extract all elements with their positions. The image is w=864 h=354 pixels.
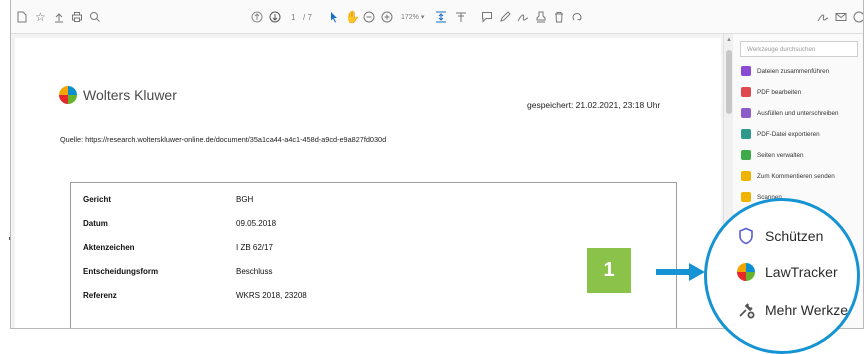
row-key: Datum bbox=[83, 219, 108, 228]
row-key: Aktenzeichen bbox=[83, 243, 135, 252]
step-number-badge: 1 bbox=[587, 248, 631, 293]
zoom-out-icon[interactable] bbox=[363, 9, 375, 25]
send-comments-icon bbox=[741, 171, 751, 181]
tools-search-input[interactable]: Werkzeuge durchsuchen bbox=[740, 41, 858, 57]
export-pdf-icon bbox=[741, 129, 751, 139]
tool-combine-files[interactable]: Dateien zusammenführen bbox=[741, 64, 829, 78]
menu-item-protect[interactable]: Schützen bbox=[737, 227, 823, 245]
fill-sign-icon bbox=[741, 108, 751, 118]
scan-icon bbox=[741, 192, 751, 202]
tool-label: Ausfüllen und unterschreiben bbox=[757, 109, 839, 117]
combine-files-icon bbox=[741, 66, 751, 76]
page-up-icon[interactable] bbox=[251, 9, 263, 25]
row-value: 09.05.2018 bbox=[236, 219, 277, 228]
menu-item-label: Mehr Werkze bbox=[765, 302, 848, 318]
page-number-field[interactable]: 1 bbox=[291, 9, 295, 25]
upload-icon[interactable] bbox=[53, 9, 65, 25]
tool-label: Seiten verwalten bbox=[757, 151, 804, 159]
stamp-icon[interactable] bbox=[535, 9, 547, 25]
scroll-mode-icon[interactable] bbox=[455, 9, 467, 25]
more-tools-icon bbox=[739, 303, 755, 319]
comment-icon[interactable] bbox=[481, 9, 493, 25]
menu-item-lawtracker[interactable]: LawTracker bbox=[737, 263, 838, 281]
select-cursor-icon[interactable] bbox=[329, 9, 339, 25]
organize-pages-icon bbox=[741, 150, 751, 160]
lawtracker-icon bbox=[737, 263, 755, 281]
page-total-text: / 7 bbox=[303, 12, 312, 22]
edit-pdf-icon bbox=[741, 87, 751, 97]
row-key: Referenz bbox=[83, 291, 117, 300]
tool-export-pdf[interactable]: PDF-Datei exportieren bbox=[741, 127, 820, 141]
sign-icon[interactable] bbox=[517, 9, 529, 25]
magnifier-lens: Schützen LawTracker Mehr Werkze bbox=[704, 198, 860, 354]
page-current: 1 bbox=[291, 12, 296, 22]
zoom-level: 172% bbox=[401, 13, 419, 21]
email-icon[interactable] bbox=[835, 9, 847, 25]
hand-icon[interactable]: ✋ bbox=[345, 9, 360, 25]
row-value: Beschluss bbox=[236, 267, 273, 276]
logo-mark-icon bbox=[59, 86, 77, 104]
tool-label: PDF bearbeiten bbox=[757, 88, 802, 96]
pointer-arrow-icon bbox=[656, 263, 705, 281]
row-value: WKRS 2018, 23208 bbox=[236, 291, 307, 300]
print-icon[interactable] bbox=[71, 9, 83, 25]
menu-item-label: Schützen bbox=[765, 228, 824, 244]
tool-label: Zum Kommentieren senden bbox=[757, 172, 835, 180]
tool-label: PDF-Datei exportieren bbox=[757, 130, 820, 138]
zoom-level-select[interactable]: 172% ▾ bbox=[401, 9, 424, 25]
share-link-icon[interactable] bbox=[817, 9, 829, 25]
account-icon[interactable] bbox=[853, 9, 863, 25]
menu-item-more-tools[interactable]: Mehr Werkze bbox=[737, 301, 848, 319]
tool-organize-pages[interactable]: Seiten verwalten bbox=[741, 148, 804, 162]
page-total: / 7 bbox=[303, 9, 312, 25]
shield-icon bbox=[739, 227, 753, 245]
tool-label: Dateien zusammenführen bbox=[757, 67, 830, 75]
logo-text: Wolters Kluwer bbox=[83, 87, 177, 103]
fit-page-icon[interactable] bbox=[435, 9, 447, 25]
row-value: I ZB 62/17 bbox=[236, 243, 273, 252]
table-row: Gericht BGH bbox=[83, 195, 663, 209]
search-icon[interactable] bbox=[89, 9, 101, 25]
scroll-up-icon[interactable]: ▲ bbox=[726, 37, 732, 43]
pen-icon[interactable] bbox=[499, 9, 511, 25]
saved-timestamp: gespeichert: 21.02.2021, 23:18 Uhr bbox=[527, 100, 661, 110]
page-down-icon[interactable] bbox=[269, 9, 281, 25]
toolbar: ☆ 1 / 7 ✋ 172% ▾ bbox=[11, 0, 863, 34]
table-row: Referenz WKRS 2018, 23208 bbox=[83, 291, 663, 305]
menu-item-label: LawTracker bbox=[765, 264, 838, 280]
table-row: Datum 09.05.2018 bbox=[83, 219, 663, 233]
delete-icon[interactable] bbox=[553, 9, 565, 25]
file-icon[interactable] bbox=[17, 9, 27, 25]
tool-fill-sign[interactable]: Ausfüllen und unterschreiben bbox=[741, 106, 839, 120]
tool-edit-pdf[interactable]: PDF bearbeiten bbox=[741, 85, 801, 99]
tool-send-for-comments[interactable]: Zum Kommentieren senden bbox=[741, 169, 835, 183]
undo-icon[interactable] bbox=[571, 9, 583, 25]
table-row: Entscheidungsform Beschluss bbox=[83, 267, 663, 281]
zoom-in-icon[interactable] bbox=[381, 9, 393, 25]
row-value: BGH bbox=[236, 195, 254, 204]
case-info-table: Gericht BGH Datum 09.05.2018 Aktenzeiche… bbox=[70, 182, 677, 328]
wolters-kluwer-logo: Wolters Kluwer bbox=[59, 86, 177, 104]
row-key: Gericht bbox=[83, 195, 112, 204]
row-key: Entscheidungsform bbox=[83, 267, 159, 276]
scroll-thumb[interactable] bbox=[726, 50, 732, 114]
table-row: Aktenzeichen I ZB 62/17 bbox=[83, 243, 663, 257]
star-icon[interactable]: ☆ bbox=[35, 9, 46, 25]
source-url: Quelle: https://research.wolterskluwer-o… bbox=[60, 135, 387, 144]
